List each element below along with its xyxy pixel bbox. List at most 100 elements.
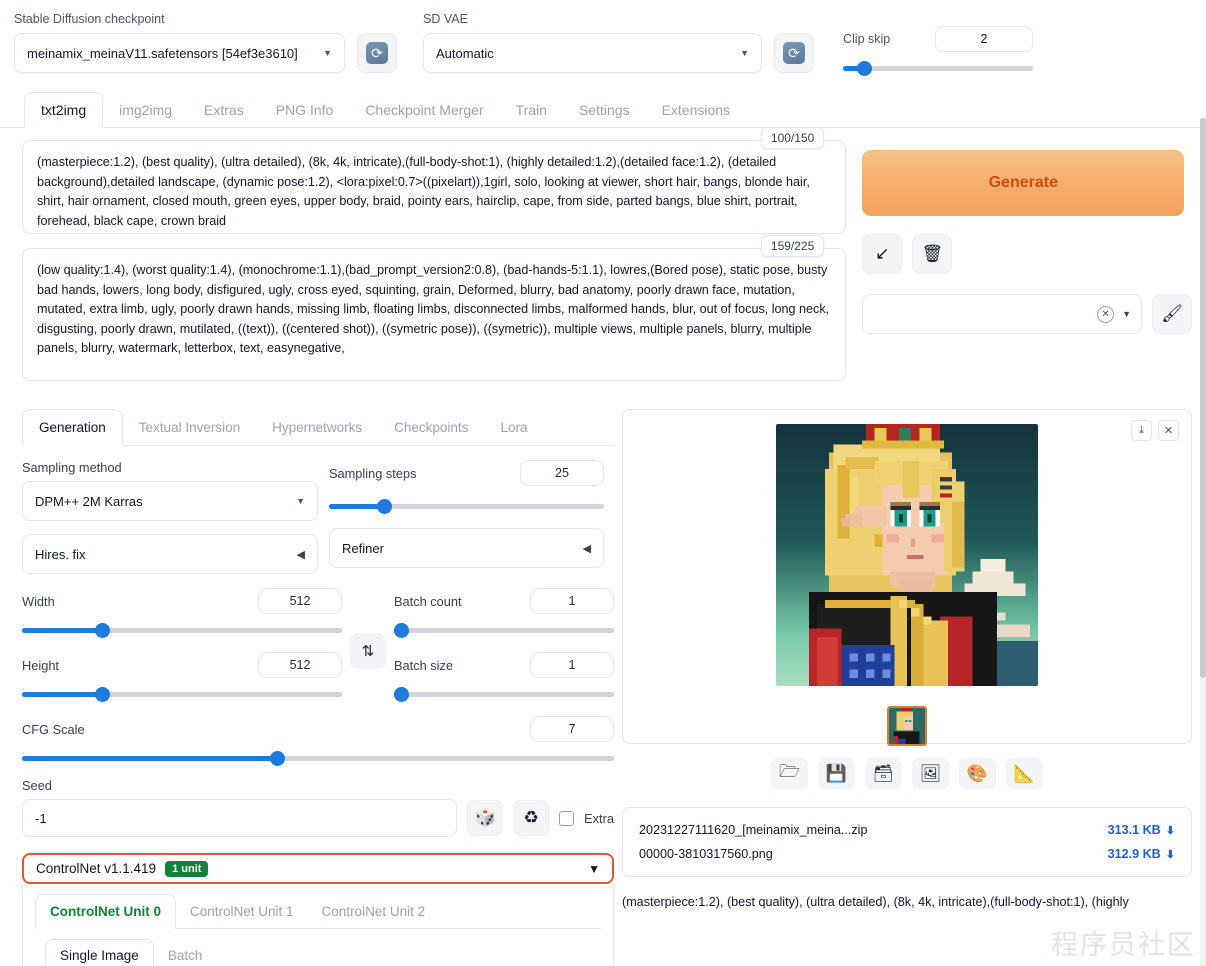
- download-icon[interactable]: ⬇: [1166, 824, 1175, 837]
- close-icon: ✕: [1163, 425, 1174, 437]
- main-tab-bar: txt2img img2img Extras PNG Info Checkpoi…: [0, 76, 1206, 128]
- save-button[interactable]: 💾: [818, 758, 855, 789]
- width-value[interactable]: 512: [258, 588, 342, 614]
- negative-prompt-input[interactable]: (low quality:1.4), (worst quality:1.4), …: [22, 248, 847, 381]
- tab-textual-inversion[interactable]: Textual Inversion: [123, 410, 256, 445]
- checkpoint-select[interactable]: meinamix_meinaV11.safetensors [54ef3e361…: [14, 33, 345, 73]
- dimensions-block: Width 512 Height 512 ⇅ Batch count 1 Bat…: [22, 574, 614, 702]
- cfg-value[interactable]: 7: [530, 716, 614, 742]
- generation-info-text: (masterpiece:1.2), (best quality), (ultr…: [622, 895, 1129, 909]
- download-file-list: 20231227111620_[meinamix_meina...zip 313…: [622, 807, 1192, 877]
- seed-input[interactable]: -1: [22, 799, 458, 837]
- tab-lora[interactable]: Lora: [484, 410, 543, 445]
- batch-size-value[interactable]: 1: [530, 652, 614, 678]
- extra-seed-checkbox[interactable]: [559, 810, 575, 826]
- chevron-left-icon: ◀: [582, 542, 591, 555]
- open-folder-button[interactable]: 🗁: [771, 758, 808, 789]
- download-icon[interactable]: ⬇: [1166, 848, 1175, 861]
- tab-train[interactable]: Train: [500, 93, 563, 127]
- tab-checkpoints[interactable]: Checkpoints: [378, 410, 484, 445]
- send-to-inpaint-button[interactable]: 🎨: [959, 758, 996, 789]
- sampling-steps-slider[interactable]: [329, 498, 604, 514]
- tab-checkpoint-merger[interactable]: Checkpoint Merger: [349, 93, 499, 127]
- download-image-button[interactable]: ⤓: [1131, 420, 1152, 441]
- positive-prompt-input[interactable]: (masterpiece:1.2), (best quality), (ultr…: [22, 140, 847, 234]
- send-to-img2img-button[interactable]: 🖼: [912, 758, 949, 789]
- slider-knob[interactable]: [377, 499, 392, 514]
- slider-knob[interactable]: [394, 623, 409, 638]
- scrollbar-thumb[interactable]: [1200, 118, 1206, 678]
- height-slider[interactable]: [22, 686, 342, 702]
- slider-fill: [22, 692, 102, 697]
- height-value[interactable]: 512: [258, 652, 342, 678]
- controlnet-single-image-tab[interactable]: Single Image: [45, 939, 154, 966]
- refresh-checkpoint-button[interactable]: ⟳: [357, 33, 397, 73]
- vae-select[interactable]: Automatic ▼: [423, 33, 762, 73]
- interrupt-button[interactable]: ↙: [862, 234, 903, 274]
- list-item[interactable]: 00000-3810317560.png 312.9 KB ⬇: [639, 842, 1175, 866]
- slider-knob[interactable]: [856, 61, 872, 76]
- send-to-inpaint-icon: 🎨: [966, 763, 989, 783]
- swap-dimensions-button[interactable]: ⇅: [350, 633, 386, 669]
- controlnet-unit-2-tab[interactable]: ControlNet Unit 2: [308, 895, 440, 928]
- tab-txt2img[interactable]: txt2img: [24, 92, 104, 128]
- chevron-down-icon[interactable]: ▼: [1122, 309, 1131, 319]
- slider-knob[interactable]: [95, 623, 110, 638]
- zip-icon: 🗃: [872, 763, 895, 783]
- thumbnail-0[interactable]: [887, 706, 927, 746]
- cfg-slider[interactable]: [22, 750, 614, 766]
- tab-settings[interactable]: Settings: [563, 93, 646, 127]
- hires-fix-label: Hires. fix: [35, 546, 86, 562]
- batch-count-value[interactable]: 1: [530, 588, 614, 614]
- skip-button[interactable]: 🗑: [912, 234, 953, 274]
- hires-fix-accordion[interactable]: Hires. fix ◀: [22, 534, 318, 574]
- batch-size-slider[interactable]: [394, 686, 614, 702]
- tab-hypernetworks[interactable]: Hypernetworks: [256, 410, 378, 445]
- slider-knob[interactable]: [394, 687, 409, 702]
- slider-fill: [329, 504, 384, 509]
- tab-img2img[interactable]: img2img: [103, 93, 188, 127]
- chevron-down-icon: ▼: [296, 496, 305, 506]
- slider-knob[interactable]: [269, 751, 285, 766]
- negative-token-counter: 159/225: [760, 235, 825, 257]
- chevron-down-icon: ▼: [588, 861, 600, 876]
- sampling-steps-value[interactable]: 25: [520, 460, 604, 486]
- slider-fill: [22, 756, 277, 761]
- sampling-steps-label: Sampling steps: [329, 465, 417, 481]
- sampling-method-select[interactable]: DPM++ 2M Karras ▼: [22, 481, 318, 521]
- reuse-seed-button[interactable]: ♻: [513, 800, 550, 836]
- controlnet-title: ControlNet v1.1.419: [36, 861, 157, 876]
- chevron-left-icon: ◀: [296, 548, 305, 561]
- controlnet-unit-0-tab[interactable]: ControlNet Unit 0: [35, 894, 176, 929]
- refresh-vae-button[interactable]: ⟳: [774, 33, 814, 73]
- controlnet-batch-tab[interactable]: Batch: [154, 940, 217, 966]
- width-slider[interactable]: [22, 622, 342, 638]
- controlnet-unit-1-tab[interactable]: ControlNet Unit 1: [176, 895, 308, 928]
- styles-select[interactable]: ✕ ▼: [862, 294, 1142, 334]
- slider-knob[interactable]: [95, 687, 110, 702]
- send-to-extras-button[interactable]: 📐: [1006, 758, 1043, 789]
- edit-styles-button[interactable]: 🖌: [1152, 294, 1192, 334]
- random-seed-button[interactable]: 🎲: [467, 800, 504, 836]
- generate-actions: ↙ 🗑: [862, 234, 1192, 274]
- clip-skip-slider[interactable]: [843, 60, 1033, 76]
- generated-image[interactable]: [776, 424, 1038, 686]
- refiner-accordion[interactable]: Refiner ◀: [329, 528, 604, 568]
- zip-button[interactable]: 🗃: [865, 758, 902, 789]
- generate-button[interactable]: Generate: [862, 150, 1185, 216]
- file-name: 20231227111620_[meinamix_meina...zip: [639, 823, 868, 837]
- tab-generation[interactable]: Generation: [22, 409, 123, 446]
- controlnet-accordion-header[interactable]: ControlNet v1.1.419 1 unit ▼: [22, 853, 614, 884]
- tab-extensions[interactable]: Extensions: [646, 93, 746, 127]
- close-circle-icon[interactable]: ✕: [1097, 305, 1115, 323]
- list-item[interactable]: 20231227111620_[meinamix_meina...zip 313…: [639, 818, 1175, 842]
- vae-label: SD VAE: [423, 12, 468, 26]
- clip-skip-value[interactable]: 2: [935, 26, 1033, 52]
- batch-count-slider[interactable]: [394, 622, 614, 638]
- tab-extras[interactable]: Extras: [188, 93, 260, 127]
- file-size: 312.9 KB ⬇: [1108, 847, 1175, 861]
- close-image-button[interactable]: ✕: [1158, 420, 1179, 441]
- page-scrollbar[interactable]: [1200, 118, 1206, 966]
- sampling-method-label: Sampling method: [22, 460, 122, 475]
- tab-png-info[interactable]: PNG Info: [260, 93, 350, 127]
